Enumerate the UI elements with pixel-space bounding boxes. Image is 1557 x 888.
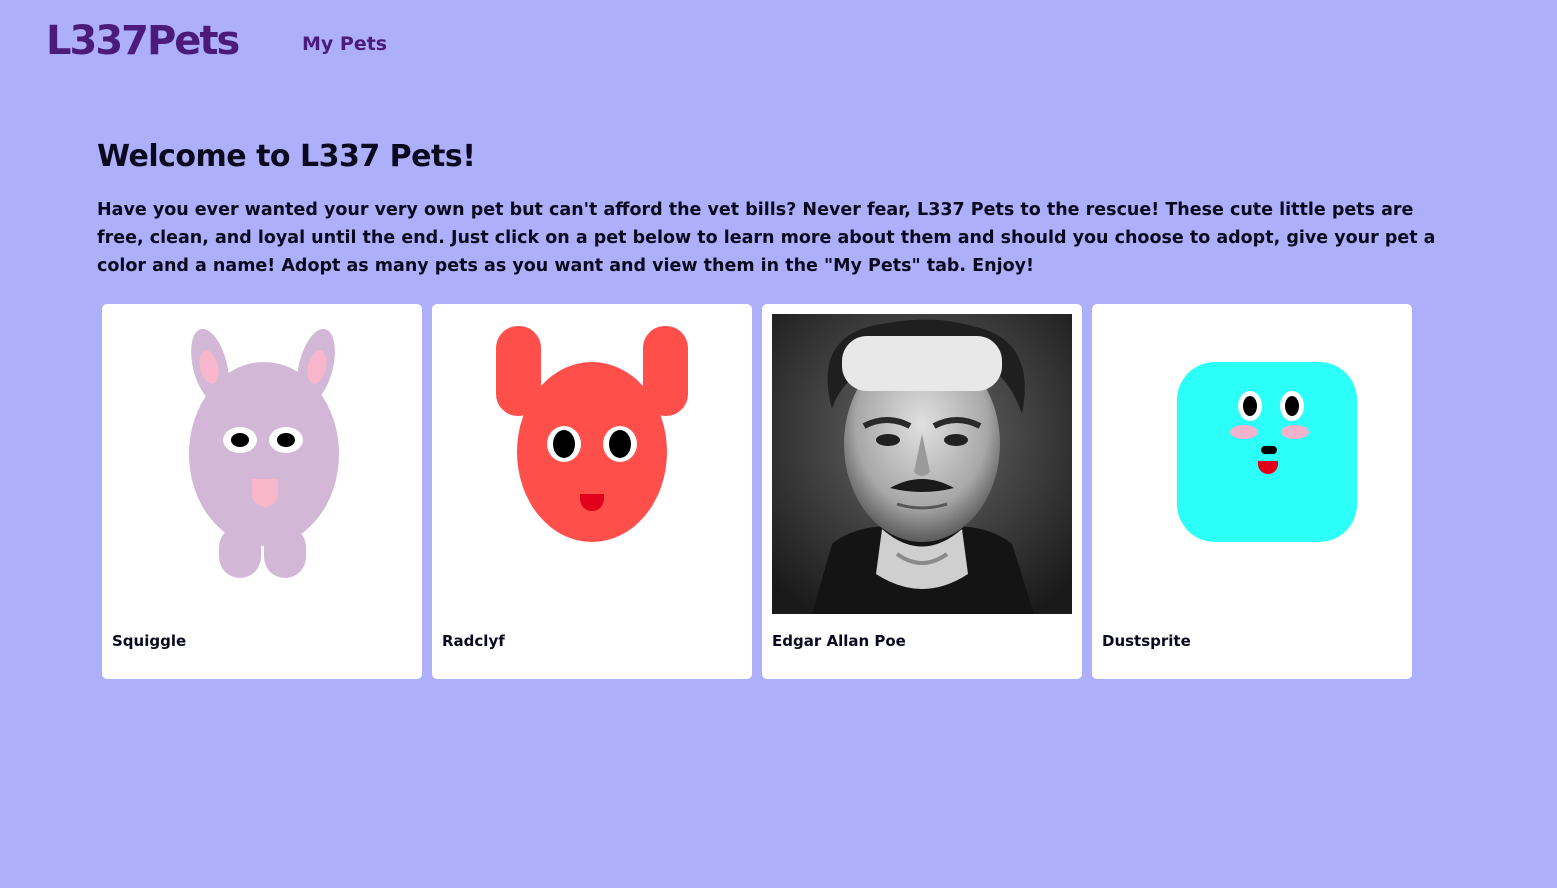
pet-name: Edgar Allan Poe: [772, 632, 906, 650]
pet-name: Squiggle: [112, 632, 187, 650]
bunny-pet-illustration: [112, 314, 412, 614]
pet-card-radclyf[interactable]: Radclyf: [432, 304, 752, 679]
intro-text: Have you ever wanted your very own pet b…: [97, 200, 1436, 276]
main-content: Welcome to L337 Pets! Have you ever want…: [97, 138, 1457, 280]
pet-card-edgar-allan-poe[interactable]: Edgar Allan Poe: [762, 304, 1082, 679]
pet-card-list: Squiggle Radclyf Edgar Allan Poe Dustspr…: [102, 304, 1412, 679]
square-blob-pet-illustration: [1102, 314, 1402, 614]
nav-link-my-pets[interactable]: My Pets: [302, 33, 387, 55]
pet-name: Dustsprite: [1102, 632, 1191, 650]
round-eared-pet-illustration: [442, 314, 742, 614]
pet-name: Radclyf: [442, 632, 505, 650]
pet-card-dustsprite[interactable]: Dustsprite: [1092, 304, 1412, 679]
grayscale-portrait-photo: [772, 314, 1072, 614]
page-title: Welcome to L337 Pets!: [97, 139, 476, 174]
top-nav: L337Pets My Pets: [0, 0, 1557, 90]
pet-card-squiggle[interactable]: Squiggle: [102, 304, 422, 679]
logo-link[interactable]: L337Pets: [46, 18, 240, 64]
